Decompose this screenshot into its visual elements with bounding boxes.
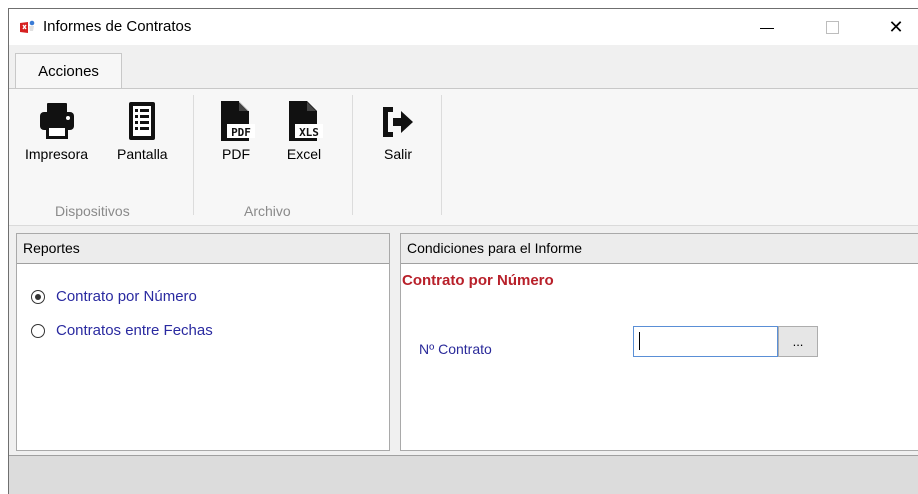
reportes-panel: Reportes Contrato por Número Contratos e… <box>16 233 390 451</box>
group-separator <box>352 95 353 215</box>
contrato-field-label: Nº Contrato <box>419 341 492 357</box>
title-bar: Informes de Contratos ✕ <box>9 9 918 45</box>
minimize-button[interactable] <box>744 9 790 45</box>
radio-label: Contrato por Número <box>56 288 197 305</box>
salir-button[interactable]: Salir <box>379 99 417 162</box>
group-separator <box>441 95 442 215</box>
condition-title: Contrato por Número <box>402 272 554 289</box>
xls-file-icon: XLS <box>289 101 323 141</box>
group-label-dispositivos: Dispositivos <box>55 203 130 219</box>
radio-contratos-entre-fechas[interactable]: Contratos entre Fechas <box>31 322 213 339</box>
group-separator <box>193 95 194 215</box>
reportes-header: Reportes <box>17 234 389 264</box>
report-window: Informes de Contratos ✕ Acciones Impreso… <box>8 8 918 494</box>
pantalla-button[interactable]: Pantalla <box>117 99 168 162</box>
close-button[interactable]: ✕ <box>873 9 918 45</box>
minimize-icon <box>760 27 774 29</box>
printer-icon <box>39 103 74 139</box>
salir-label: Salir <box>383 146 412 162</box>
excel-button[interactable]: XLS Excel <box>285 99 323 162</box>
radio-contrato-por-numero[interactable]: Contrato por Número <box>31 288 197 305</box>
impresora-label: Impresora <box>25 146 89 162</box>
app-icon <box>20 20 35 33</box>
status-bar <box>9 455 918 494</box>
close-icon: ✕ <box>888 16 904 37</box>
pdf-badge: PDF <box>231 126 251 139</box>
exit-icon <box>383 107 413 137</box>
maximize-icon <box>825 20 839 34</box>
group-label-archivo: Archivo <box>244 203 291 219</box>
lookup-button[interactable]: ... <box>778 326 818 357</box>
contrato-number-input[interactable] <box>633 326 778 357</box>
pdf-label: PDF <box>222 146 250 162</box>
pdf-file-icon: PDF <box>221 101 255 141</box>
pdf-button[interactable]: PDF PDF <box>217 99 255 162</box>
tab-acciones[interactable]: Acciones <box>15 53 122 89</box>
condiciones-panel: Condiciones para el Informe Contrato por… <box>400 233 918 451</box>
condiciones-header: Condiciones para el Informe <box>401 234 918 264</box>
excel-label: Excel <box>286 146 322 162</box>
pantalla-label: Pantalla <box>117 146 168 162</box>
radio-unchecked-icon <box>31 323 45 338</box>
maximize-button[interactable] <box>809 9 855 45</box>
ribbon-panel: Impresora Pantalla PDF PDF XLS Excel Sal… <box>9 88 918 226</box>
impresora-button[interactable]: Impresora <box>25 99 88 162</box>
screen-list-icon <box>129 102 156 140</box>
window-title: Informes de Contratos <box>43 18 192 35</box>
xls-badge: XLS <box>299 126 319 139</box>
radio-checked-icon <box>31 289 45 304</box>
text-caret <box>639 332 640 350</box>
radio-label: Contratos entre Fechas <box>56 322 213 339</box>
ribbon-tab-strip: Acciones <box>9 45 918 89</box>
